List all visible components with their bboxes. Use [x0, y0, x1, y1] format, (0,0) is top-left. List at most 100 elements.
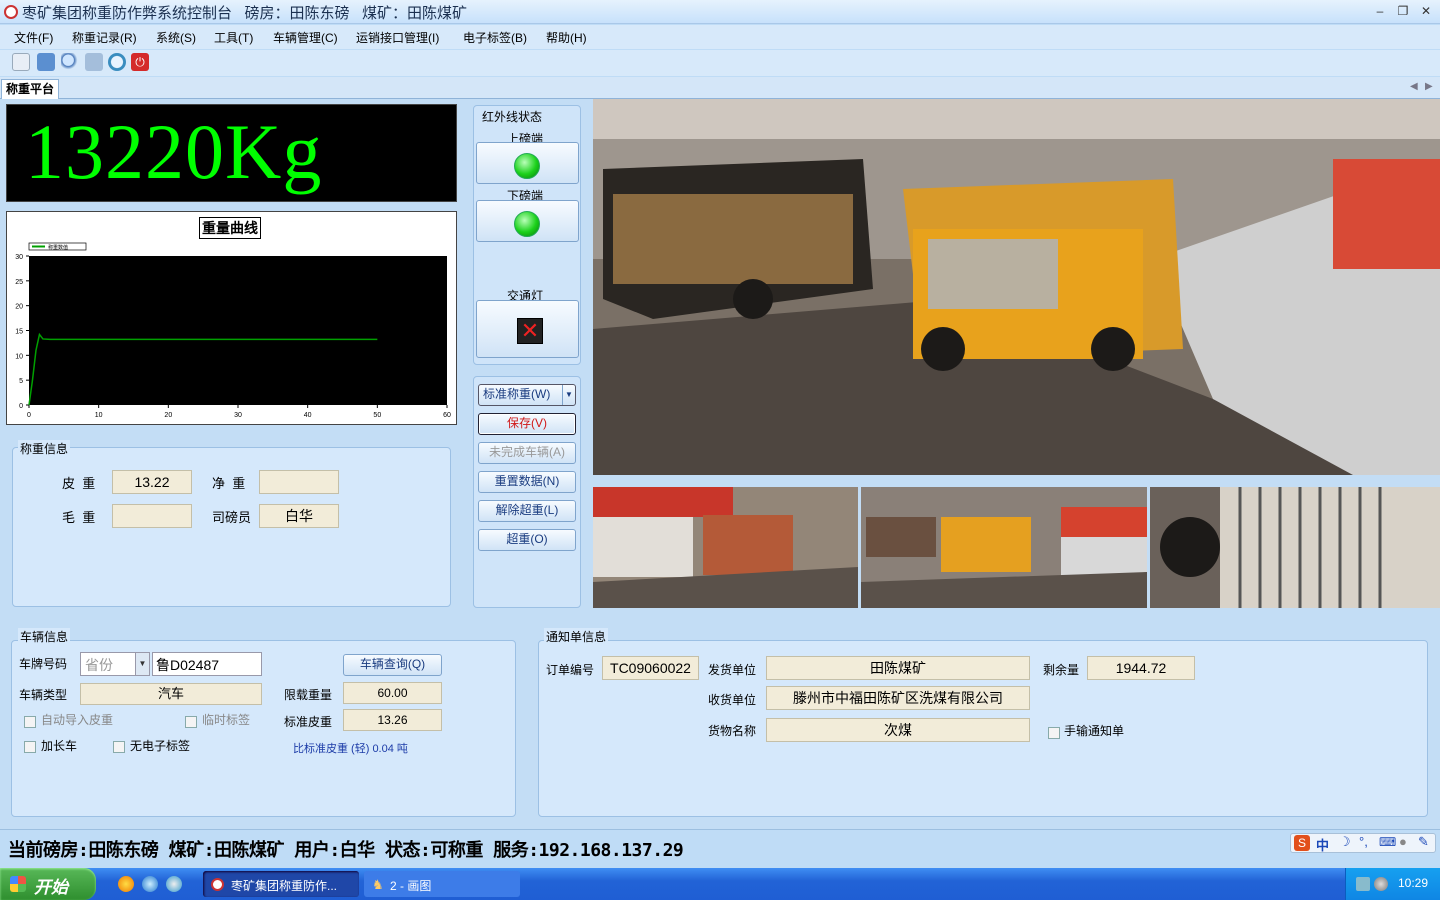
database-icon[interactable] [37, 53, 55, 71]
order-label: 订单编号 [546, 663, 595, 677]
tab-scroll-right-icon[interactable]: ▶ [1425, 81, 1433, 92]
window-title: 枣矿集团称重防作弊系统控制台 磅房：田陈东磅 煤矿：田陈煤矿 [22, 5, 468, 22]
goods-field[interactable]: 次煤 [766, 718, 1030, 742]
ime-logo-icon[interactable]: S [1294, 835, 1310, 851]
vehicle-type-field[interactable]: 汽车 [80, 683, 262, 705]
reset-data-button[interactable]: 重置数据(N) [478, 471, 576, 493]
taskbar-app-weigh[interactable]: 枣矿集团称重防作... [203, 871, 359, 897]
manual-notice-checkbox[interactable] [1048, 727, 1060, 739]
y-tick-label: 20 [15, 304, 23, 311]
lengthened-checkbox[interactable] [24, 741, 36, 753]
tab-strip: 称重平台 ◀ ▶ [0, 77, 1440, 99]
ime-halfwidth-icon[interactable]: ☽ [1339, 834, 1351, 850]
x-tick-label: 40 [304, 412, 312, 419]
sender-field[interactable]: 田陈煤矿 [766, 656, 1030, 680]
gross-field[interactable] [112, 504, 192, 528]
weigh-mode-value: 标准称重(W) [483, 387, 551, 401]
menu-tools[interactable]: 工具(T) [214, 29, 253, 46]
weight-value: 13220Kg [25, 108, 323, 195]
clock-icon[interactable] [108, 53, 126, 71]
tab-weigh-platform[interactable]: 称重平台 [1, 79, 59, 99]
menu-sales-interface[interactable]: 运销接口管理(I) [356, 29, 439, 46]
operator-field[interactable]: 白华 [259, 504, 339, 528]
document-icon[interactable] [12, 53, 30, 71]
camera-thumb-2[interactable] [861, 487, 1147, 608]
ime-keyboard-icon[interactable]: ⌨ [1379, 835, 1396, 849]
menu-system[interactable]: 系统(S) [156, 29, 196, 46]
menu-rfid[interactable]: 电子标签(B) [463, 29, 527, 46]
y-tick-label: 10 [15, 353, 23, 360]
plate-input[interactable]: 鲁D02487 [152, 652, 262, 676]
province-value: 省份 [85, 657, 113, 673]
release-overweight-button[interactable]: 解除超重(L) [478, 500, 576, 522]
weigh-info-title: 称重信息 [18, 440, 71, 457]
traffic-stop-icon: ✕ [517, 318, 543, 344]
weight-display: 13220Kg [6, 104, 457, 202]
camera-thumb-3[interactable] [1150, 487, 1440, 608]
load-limit-label: 限载重量 [284, 688, 333, 702]
x-tick-label: 50 [373, 412, 381, 419]
plate-label: 车牌号码 [19, 657, 68, 671]
start-button[interactable]: 开始 [0, 868, 96, 900]
camera-main-view [593, 99, 1440, 475]
tab-scroll-left-icon[interactable]: ◀ [1410, 81, 1418, 92]
vehicle-query-button[interactable]: 车辆查询(Q) [343, 654, 442, 676]
paint-icon: ♞ [372, 877, 384, 892]
load-limit-field[interactable]: 60.00 [343, 682, 442, 704]
receiver-field[interactable]: 滕州市中福田陈矿区洗煤有限公司 [766, 686, 1030, 710]
save-button[interactable]: 保存(V) [478, 413, 576, 435]
operator-label: 司磅员 [212, 510, 252, 525]
goods-label: 货物名称 [708, 724, 757, 738]
browser-icon[interactable] [118, 876, 134, 892]
overweight-button[interactable]: 超重(O) [478, 529, 576, 551]
x-tick-label: 20 [164, 412, 172, 419]
temp-tag-label: 临时标签 [202, 713, 251, 727]
y-tick-label: 5 [19, 378, 23, 385]
menu-help[interactable]: 帮助(H) [546, 29, 587, 46]
search-icon[interactable] [61, 53, 79, 71]
net-label: 净 重 [212, 476, 246, 491]
weigh-mode-select[interactable]: 标准称重(W) ▼ [478, 384, 576, 406]
auto-tare-checkbox[interactable] [24, 716, 36, 728]
temp-tag-checkbox[interactable] [185, 716, 197, 728]
tare-field[interactable]: 13.22 [112, 470, 192, 494]
unfinished-vehicles-button[interactable]: 未完成车辆(A) [478, 442, 576, 464]
std-tare-field[interactable]: 13.26 [343, 709, 442, 731]
maximize-button[interactable]: ❐ [1393, 3, 1413, 20]
manual-notice-label: 手输通知单 [1064, 724, 1125, 738]
taskbar-app-paint[interactable]: ♞ 2 - 画图 [364, 871, 520, 897]
volume-icon[interactable] [1374, 877, 1388, 891]
remain-field[interactable]: 1944.72 [1087, 656, 1195, 680]
lengthened-label: 加长车 [41, 739, 78, 753]
close-button[interactable]: ✕ [1416, 3, 1436, 20]
chart-icon[interactable] [85, 53, 103, 71]
ime-settings-icon[interactable]: ✎ [1418, 834, 1429, 850]
infrared-title: 红外线状态 [480, 108, 545, 125]
weight-chart: 重量曲线 0 10 20 30 40 50 60 0 5 10 15 20 25 30 称重数值 [6, 211, 457, 425]
order-field[interactable]: TC09060022 [602, 656, 699, 680]
menu-weigh-records[interactable]: 称重记录(R) [72, 29, 137, 46]
status-text: 当前磅房:田陈东磅 煤矿:田陈煤矿 用户:白华 状态:可称重 服务:192.16… [8, 840, 684, 861]
ime-chinese-mode[interactable]: 中 [1316, 835, 1329, 854]
minimize-button[interactable]: – [1370, 3, 1390, 20]
chevron-down-icon: ▼ [562, 385, 575, 405]
menu-file[interactable]: 文件(F) [14, 29, 53, 46]
province-select[interactable]: 省份 ▼ [80, 652, 150, 676]
power-icon[interactable]: ⏻ [131, 53, 149, 71]
no-tag-checkbox[interactable] [113, 741, 125, 753]
weigh-info-group [12, 447, 451, 607]
media-icon[interactable] [166, 876, 182, 892]
network-icon[interactable] [1356, 877, 1370, 891]
taskbar-app-weigh-label: 枣矿集团称重防作... [231, 879, 338, 893]
ime-punct-icon[interactable]: °, [1359, 834, 1368, 849]
net-field[interactable] [259, 470, 339, 494]
menu-vehicle[interactable]: 车辆管理(C) [273, 29, 338, 46]
ime-user-icon[interactable]: ● [1399, 834, 1407, 849]
toolbar: ⏻ [0, 50, 1440, 76]
ie-icon[interactable] [142, 876, 158, 892]
camera-thumb-2-image [861, 487, 1147, 608]
receiver-label: 收货单位 [708, 693, 757, 707]
ime-toolbar: S 中 ☽ °, ⌨ ● ✎ [1290, 833, 1436, 853]
y-tick-label: 0 [19, 403, 23, 410]
camera-thumb-1[interactable] [593, 487, 858, 608]
